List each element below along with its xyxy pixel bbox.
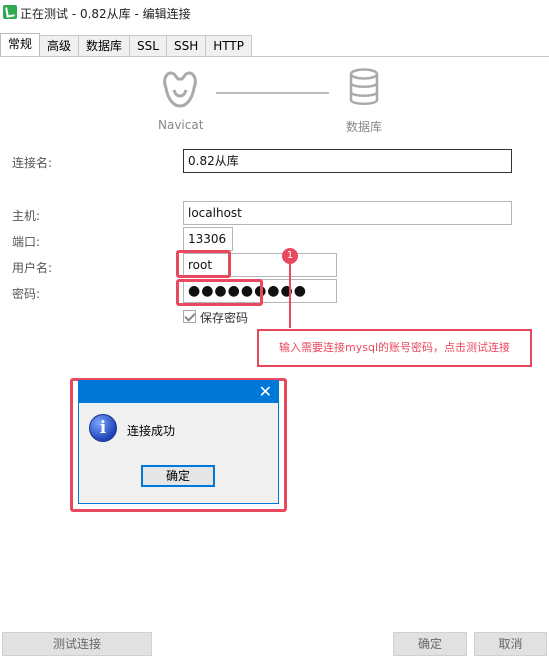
success-dialog: ✕ 连接成功 确定 bbox=[78, 380, 279, 504]
callout-box: 输入需要连接mysql的账号密码，点击测试连接 bbox=[257, 329, 532, 367]
ok-button[interactable]: 确定 bbox=[393, 632, 467, 656]
port-label: 端口: bbox=[12, 235, 41, 249]
port-input[interactable]: 13306 bbox=[183, 227, 233, 251]
navicat-app-icon bbox=[3, 5, 17, 19]
save-password-label: 保存密码 bbox=[200, 311, 249, 325]
info-icon bbox=[89, 414, 117, 442]
navicat-label: Navicat bbox=[158, 118, 204, 132]
tab-databases[interactable]: 数据库 bbox=[78, 35, 131, 56]
password-label: 密码: bbox=[12, 287, 41, 301]
username-label: 用户名: bbox=[12, 261, 53, 275]
save-password-checkbox[interactable] bbox=[183, 310, 196, 323]
dialog-message: 连接成功 bbox=[127, 424, 176, 438]
navicat-logo-icon bbox=[163, 71, 197, 108]
tab-advanced[interactable]: 高级 bbox=[39, 35, 80, 56]
connection-name-input[interactable]: 0.82从库 bbox=[183, 149, 512, 173]
connector-line bbox=[216, 92, 329, 94]
tab-http[interactable]: HTTP bbox=[205, 35, 252, 56]
host-input[interactable]: localhost bbox=[183, 201, 512, 225]
tab-ssl[interactable]: SSL bbox=[129, 35, 167, 56]
connection-name-label: 连接名: bbox=[12, 156, 53, 170]
dialog-title-bar: ✕ bbox=[79, 381, 278, 403]
tab-ssh[interactable]: SSH bbox=[165, 35, 207, 56]
close-icon[interactable]: ✕ bbox=[259, 382, 272, 402]
marker-line bbox=[289, 264, 291, 328]
tab-strip: 常规 高级 数据库 SSL SSH HTTP bbox=[0, 33, 252, 57]
step-marker: 1 bbox=[282, 248, 298, 264]
password-highlight bbox=[176, 279, 263, 306]
cancel-button[interactable]: 取消 bbox=[474, 632, 547, 656]
database-label: 数据库 bbox=[346, 120, 383, 134]
host-label: 主机: bbox=[12, 209, 41, 223]
database-icon bbox=[349, 68, 379, 105]
title-bar: 正在测试 - 0.82从库 - 编辑连接 bbox=[0, 0, 549, 28]
username-highlight bbox=[176, 250, 231, 278]
window-title: 正在测试 - 0.82从库 - 编辑连接 bbox=[20, 7, 191, 21]
tab-general[interactable]: 常规 bbox=[0, 33, 41, 56]
test-connection-button[interactable]: 测试连接 bbox=[2, 632, 152, 656]
dialog-ok-button[interactable]: 确定 bbox=[141, 465, 215, 487]
